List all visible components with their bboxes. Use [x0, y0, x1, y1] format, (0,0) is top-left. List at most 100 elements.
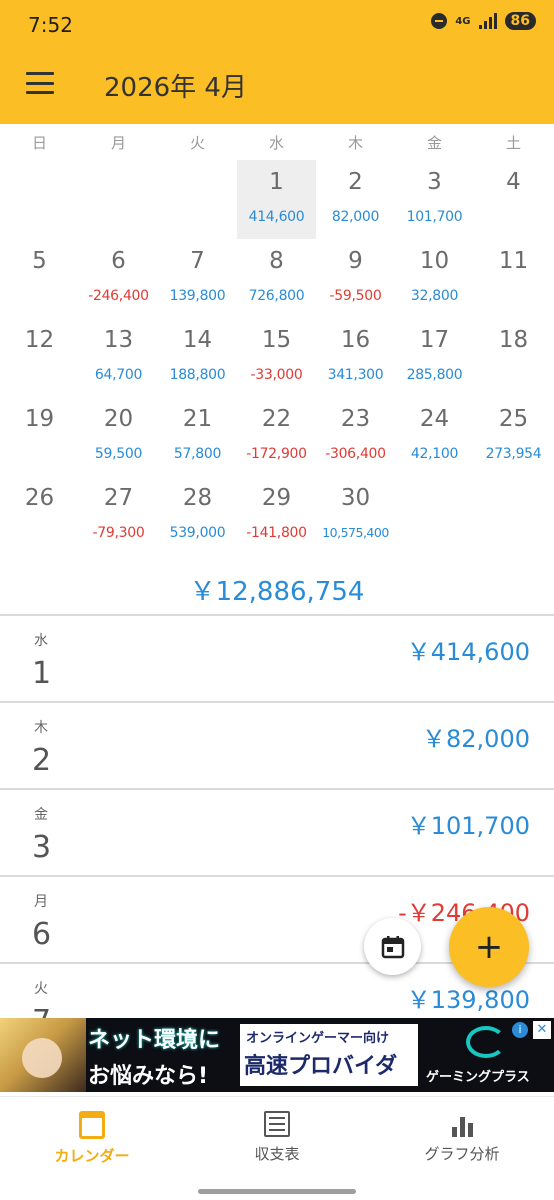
day-amount: 285,800 [406, 367, 463, 383]
day-number: 1 [269, 169, 284, 195]
entry-day: 3 [32, 830, 52, 865]
ad-info-icon[interactable]: i [512, 1022, 528, 1038]
list-icon [264, 1111, 290, 1137]
calendar-day[interactable]: 14 188,800 [158, 318, 237, 397]
status-time: 7:52 [28, 13, 73, 37]
calendar-day[interactable]: 8 726,800 [237, 239, 316, 318]
month-total: ￥12,886,754 [189, 577, 365, 607]
calendar-day[interactable]: 22 -172,900 [237, 397, 316, 476]
calendar-day[interactable]: 7 139,800 [158, 239, 237, 318]
calendar-day[interactable]: 23 -306,400 [316, 397, 395, 476]
day-number: 26 [24, 485, 55, 511]
day-amount: 59,500 [94, 446, 143, 462]
calendar-day[interactable]: 27 -79,300 [79, 476, 158, 555]
day-number: 28 [182, 485, 213, 511]
calendar-day[interactable]: 21 57,800 [158, 397, 237, 476]
day-amount: 414,600 [248, 209, 305, 225]
day-number: 24 [419, 406, 450, 432]
entry-weekday: 金 [34, 807, 48, 823]
nav-calendar-label: カレンダー [54, 1147, 130, 1165]
calendar-day[interactable]: 28 539,000 [158, 476, 237, 555]
bar-chart-icon [449, 1111, 475, 1137]
day-amount: 341,300 [327, 367, 384, 383]
calendar-day[interactable]: 17 285,800 [395, 318, 474, 397]
calendar-week: 5 6 -246,400 7 139,800 8 726,800 9 -59,500 10 32,8… [0, 239, 554, 318]
nav-ledger[interactable]: 収支表 [197, 1111, 357, 1164]
calendar-day[interactable]: 1 414,600 [237, 160, 316, 239]
ad-banner[interactable]: ネット環境に お悩みなら! オンラインゲーマー向け 高速プロバイダ ゲーミングプ… [0, 1018, 554, 1092]
calendar-week: 19 20 59,500 21 57,800 22 -172,900 23 -306,400 24… [0, 397, 554, 476]
home-indicator[interactable] [198, 1189, 356, 1194]
calendar-day[interactable]: 24 42,100 [395, 397, 474, 476]
calendar-day[interactable]: 16 341,300 [316, 318, 395, 397]
day-number: 21 [182, 406, 213, 432]
calendar-week: 12 13 64,700 14 188,800 15 -33,000 16 341,300 17 2… [0, 318, 554, 397]
calendar-day[interactable]: 20 59,500 [79, 397, 158, 476]
calendar-week: 1 414,600 2 82,000 3 101,700 4 [0, 160, 554, 239]
day-amount: -172,900 [246, 446, 307, 462]
calendar-day [474, 476, 553, 555]
daily-entry-row[interactable]: 水 1 ￥414,600 [0, 616, 554, 703]
calendar-day[interactable]: 6 -246,400 [79, 239, 158, 318]
month-title[interactable]: 2026年 4月 [104, 67, 247, 104]
calendar-day[interactable]: 18 [474, 318, 553, 397]
battery-level: 86 [504, 12, 536, 30]
daily-entry-row[interactable]: 金 3 ￥101,700 [0, 790, 554, 877]
calendar-day[interactable]: 10 32,800 [395, 239, 474, 318]
ad-tagline-box: オンラインゲーマー向け 高速プロバイダ [240, 1024, 418, 1086]
today-button[interactable] [364, 918, 421, 975]
app-bar: 7:52 4G 86 2026年 4月 [0, 0, 554, 124]
calendar-day[interactable]: 2 82,000 [316, 160, 395, 239]
day-number [79, 169, 158, 199]
calendar-day[interactable]: 13 64,700 [79, 318, 158, 397]
calendar-day[interactable]: 4 [474, 160, 553, 239]
ad-tagline-main: 高速プロバイダ [244, 1054, 398, 1079]
day-number: 6 [111, 248, 126, 274]
ad-brand-name: ゲーミングプラス [426, 1070, 530, 1085]
calendar-day[interactable]: 12 [0, 318, 79, 397]
day-amount: -59,500 [329, 288, 382, 304]
do-not-disturb-icon [431, 13, 448, 29]
day-number [395, 485, 474, 515]
calendar-day [395, 476, 474, 555]
day-amount: -246,400 [88, 288, 149, 304]
nav-calendar[interactable]: カレンダー [12, 1111, 172, 1166]
day-number: 19 [24, 406, 55, 432]
day-amount: 57,800 [173, 446, 222, 462]
menu-icon[interactable] [26, 72, 54, 94]
day-number: 25 [498, 406, 529, 432]
day-amount: 42,100 [410, 446, 459, 462]
weekday-label: 月 [110, 133, 126, 152]
entry-amount: ￥101,700 [406, 812, 530, 840]
calendar-day[interactable]: 26 [0, 476, 79, 555]
calendar-day[interactable]: 11 [474, 239, 553, 318]
day-amount: -306,400 [325, 446, 386, 462]
nav-graph[interactable]: グラフ分析 [382, 1111, 542, 1164]
entry-weekday: 木 [34, 720, 48, 736]
day-number: 22 [261, 406, 292, 432]
entry-amount: ￥82,000 [422, 725, 530, 753]
calendar-day[interactable]: 15 -33,000 [237, 318, 316, 397]
calendar-day [158, 160, 237, 239]
ad-headline-2: お悩みなら! [88, 1064, 209, 1089]
daily-entry-row[interactable]: 木 2 ￥82,000 [0, 703, 554, 790]
network-type-icon: 4G [455, 15, 471, 27]
weekday-label: 木 [347, 133, 363, 152]
calendar-day[interactable]: 9 -59,500 [316, 239, 395, 318]
calendar-day[interactable]: 19 [0, 397, 79, 476]
day-number: 13 [103, 327, 134, 353]
ad-brand-logo-icon [466, 1026, 506, 1058]
calendar-day[interactable]: 29 -141,800 [237, 476, 316, 555]
calendar-day[interactable]: 30 10,575,400 [316, 476, 395, 555]
day-number [158, 169, 237, 199]
ad-headline-1: ネット環境に [88, 1028, 221, 1053]
calendar-day[interactable]: 5 [0, 239, 79, 318]
calendar-day[interactable]: 3 101,700 [395, 160, 474, 239]
add-entry-button[interactable]: + [449, 907, 529, 987]
calendar-day[interactable]: 25 273,954 [474, 397, 553, 476]
day-number: 9 [348, 248, 363, 274]
day-number: 29 [261, 485, 292, 511]
ad-close-icon[interactable]: ✕ [533, 1021, 551, 1039]
day-amount: 101,700 [406, 209, 463, 225]
day-amount: 82,000 [331, 209, 380, 225]
